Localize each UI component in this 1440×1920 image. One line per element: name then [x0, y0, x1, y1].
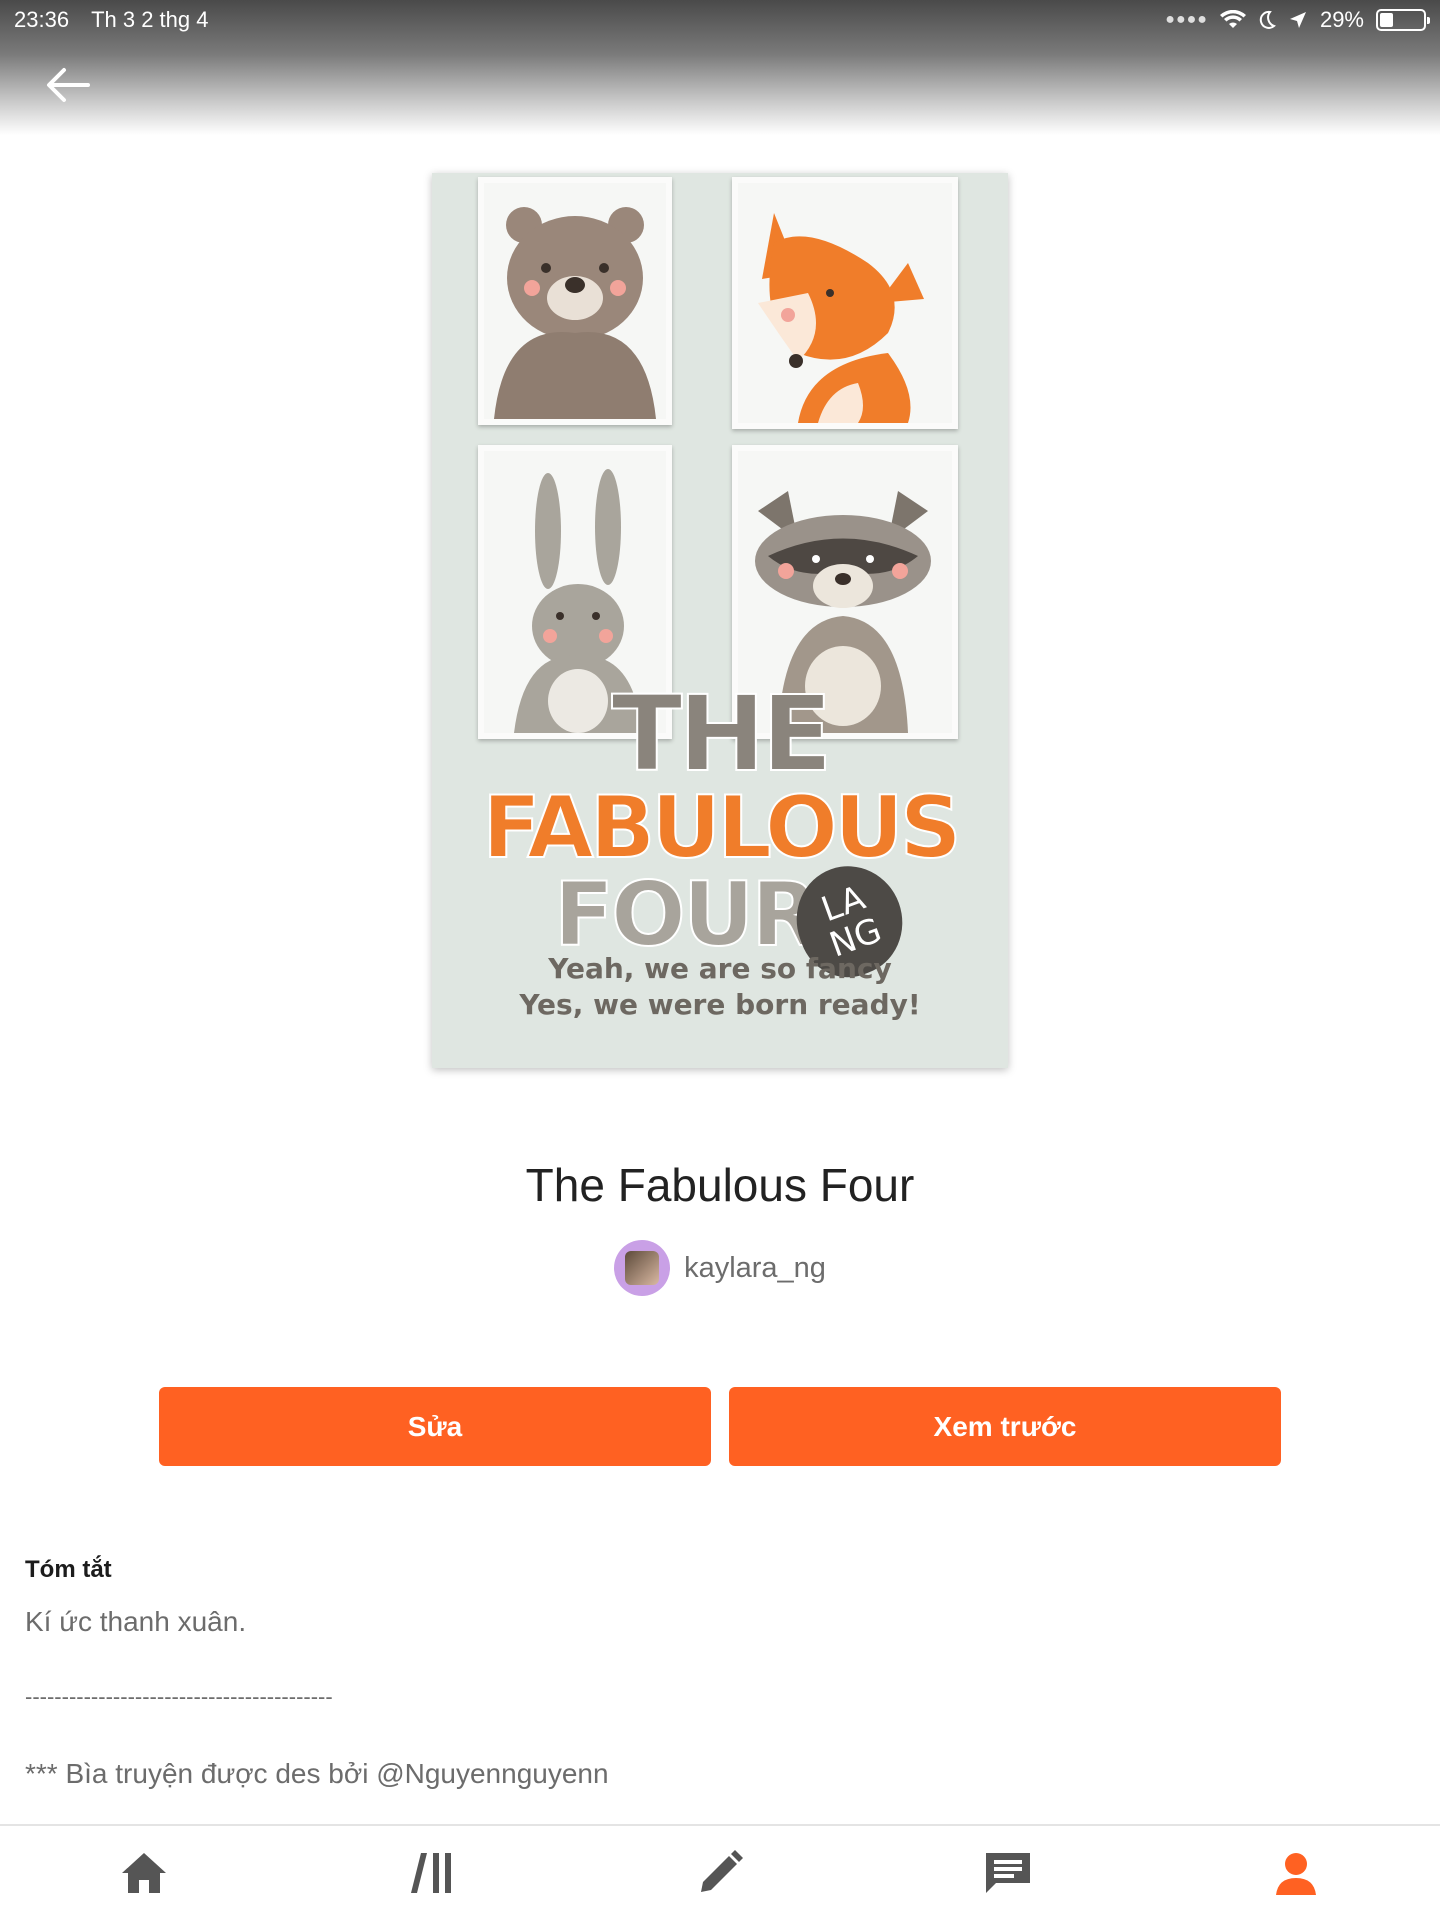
tab-library[interactable]: [372, 1833, 492, 1913]
location-icon: [1289, 12, 1306, 28]
tab-messages[interactable]: [948, 1833, 1068, 1913]
summary-label: Tóm tắt: [25, 1556, 112, 1583]
author-row[interactable]: kaylara_ng: [0, 1240, 1440, 1296]
avatar[interactable]: [614, 1240, 671, 1296]
signal-icon: ●●●●: [1165, 11, 1208, 28]
fox-illustration: [758, 213, 924, 423]
edit-button[interactable]: Sửa: [159, 1387, 711, 1466]
book-cover: THE FABULOUS FOUR LA NG Yeah, we are so …: [432, 173, 1008, 1068]
tab-write[interactable]: [660, 1833, 780, 1913]
home-icon: [122, 1853, 166, 1893]
summary-credit: *** Bìa truyện được des bởi @Nguyennguye…: [25, 1758, 609, 1789]
messages-icon: [986, 1853, 1030, 1893]
cover-tagline-1: Yeah, we are so fancy: [548, 952, 892, 985]
back-button[interactable]: [40, 60, 96, 110]
bear-illustration: [494, 207, 656, 419]
cover-tagline-2: Yes, we were born ready!: [519, 988, 921, 1021]
top-header: 23:36 Th 3 2 thg 4 ●●●● 29%: [0, 0, 1440, 135]
summary-divider: ----------------------------------------…: [25, 1684, 333, 1709]
wifi-icon: [1219, 10, 1246, 28]
status-bar: 23:36 Th 3 2 thg 4 ●●●● 29%: [0, 0, 1440, 40]
preview-button[interactable]: Xem trước: [729, 1387, 1281, 1466]
author-name[interactable]: kaylara_ng: [684, 1252, 826, 1285]
summary-text: Kí ức thanh xuân.: [25, 1606, 247, 1637]
arrow-left-icon: [47, 68, 90, 102]
profile-icon: [1276, 1853, 1316, 1895]
tab-home[interactable]: [84, 1833, 204, 1913]
battery-percent: 29%: [1319, 7, 1364, 32]
cover-frame-fox: [732, 177, 958, 429]
story-title: The Fabulous Four: [525, 1159, 915, 1211]
tab-profile[interactable]: [1236, 1833, 1356, 1913]
moon-icon: [1259, 10, 1276, 29]
cover-title-the: THE: [610, 672, 833, 796]
library-icon: [411, 1853, 451, 1893]
bottom-tab-bar: [0, 1824, 1440, 1920]
cover-frame-bear: [478, 177, 672, 425]
battery-icon: [1376, 9, 1430, 31]
status-date: Th 3 2 thg 4: [91, 7, 209, 32]
write-icon: [701, 1850, 743, 1892]
status-time: 23:36: [14, 7, 70, 32]
